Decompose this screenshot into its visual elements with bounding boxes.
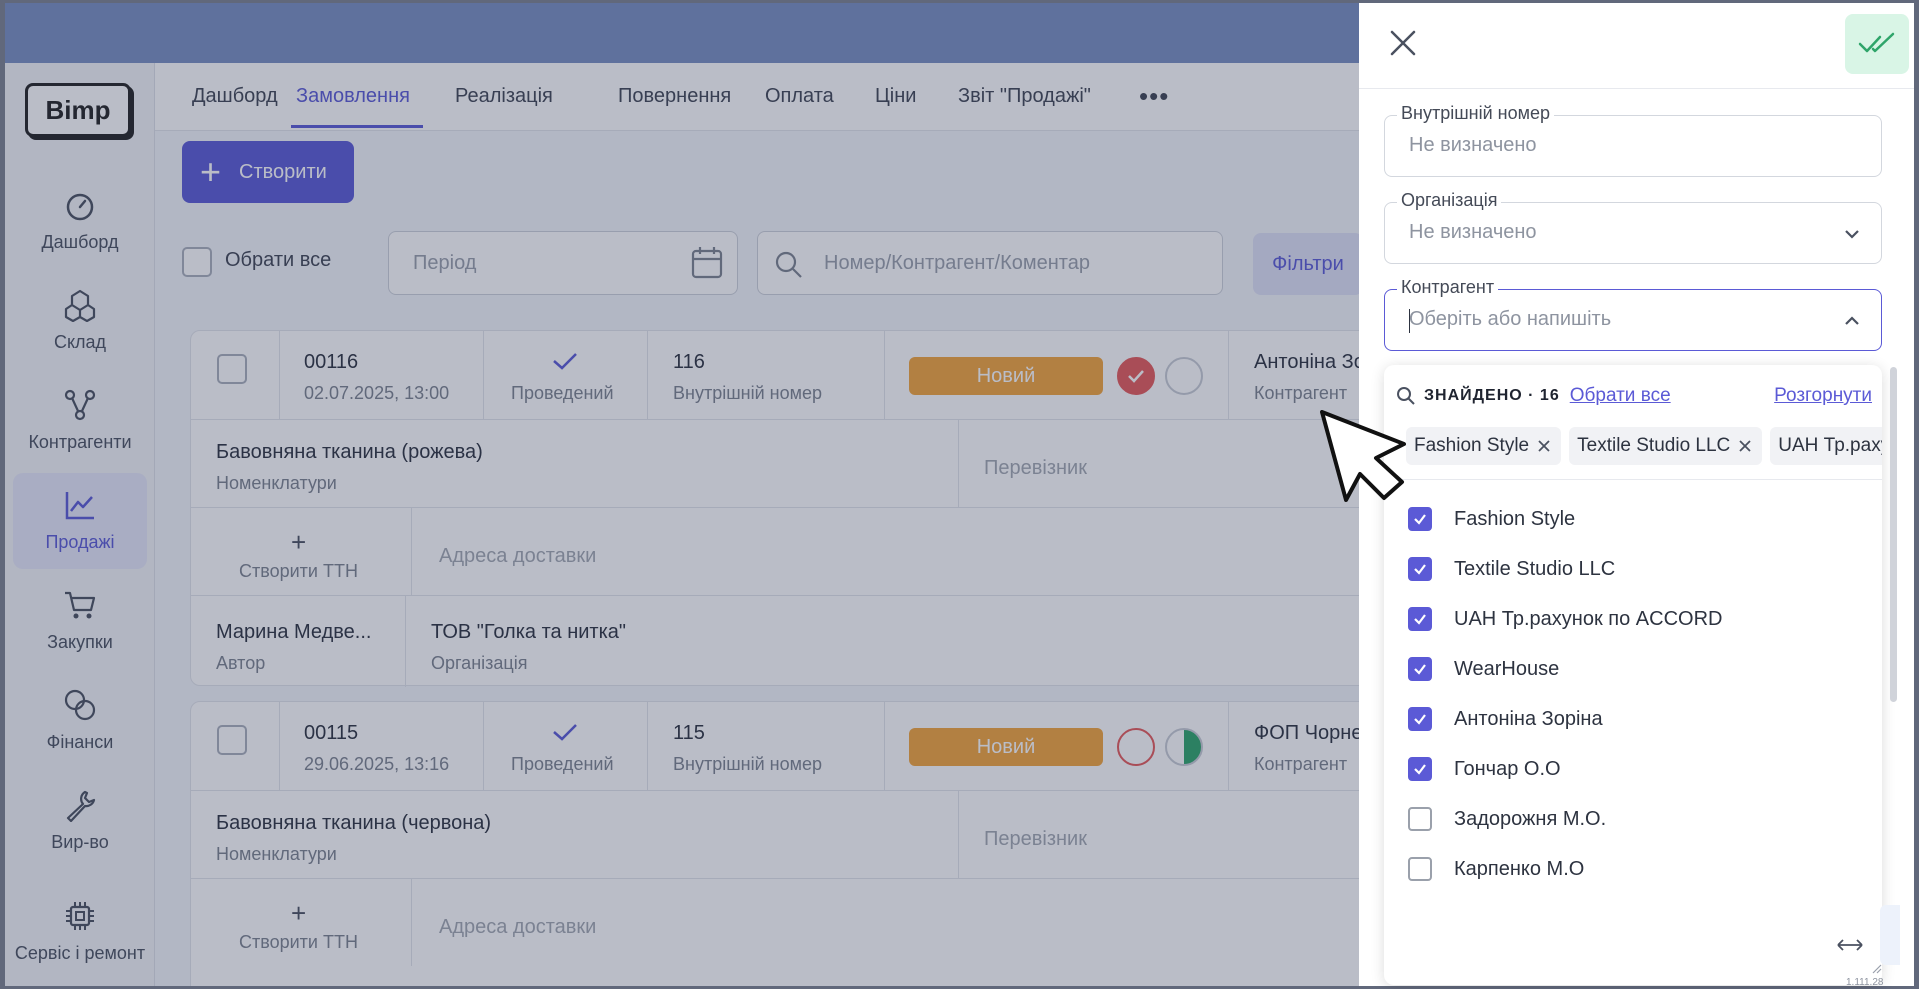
chip-label: Fashion Style: [1414, 435, 1530, 456]
option-label: Гончар О.О: [1454, 757, 1561, 780]
checkbox-checked[interactable]: [1408, 657, 1432, 681]
checkbox-unchecked[interactable]: [1408, 857, 1432, 881]
option-label: Textile Studio LLC: [1454, 557, 1616, 580]
option-item[interactable]: Textile Studio LLC: [1408, 549, 1615, 589]
checkbox-checked[interactable]: [1408, 757, 1432, 781]
internal-number-label: Внутрішній номер: [1397, 103, 1554, 124]
option-label: UAH Тр.рахунок по ACCORD: [1454, 607, 1723, 630]
option-label: Fashion Style: [1454, 507, 1576, 530]
checkbox-checked[interactable]: [1408, 607, 1432, 631]
counterparty-label: Контрагент: [1397, 277, 1499, 298]
organization-value: Не визначено: [1409, 221, 1537, 243]
option-label: WearHouse: [1454, 657, 1560, 680]
option-item[interactable]: Гончар О.О: [1408, 749, 1561, 789]
check-icon: [1414, 514, 1426, 525]
option-label: Антоніна Зоріна: [1454, 707, 1603, 730]
selected-chip[interactable]: Fashion Style: [1406, 427, 1562, 465]
chevron-up-icon[interactable]: [1843, 312, 1861, 330]
chip-label: Textile Studio LLC: [1577, 435, 1731, 456]
checkbox-checked[interactable]: [1408, 507, 1432, 531]
internal-number-value: Не визначено: [1409, 134, 1537, 156]
checkbox-checked[interactable]: [1408, 707, 1432, 731]
option-item[interactable]: WearHouse: [1408, 649, 1559, 689]
app-version: 1.111.28: [1846, 977, 1884, 988]
selected-chip[interactable]: UAH Тр.рахунок по ACCORD: [1770, 427, 1882, 465]
internal-number-field[interactable]: Внутрішній номер Не визначено: [1384, 103, 1882, 177]
side-panel-handle[interactable]: [1880, 905, 1900, 965]
check-icon: [1414, 664, 1426, 675]
check-icon: [1414, 564, 1426, 575]
option-item[interactable]: UAH Тр.рахунок по ACCORD: [1408, 599, 1722, 639]
counterparty-placeholder: Оберіть або напишіть: [1409, 308, 1612, 330]
remove-chip-icon[interactable]: [1738, 439, 1752, 453]
option-item[interactable]: Антоніна Зоріна: [1408, 699, 1603, 739]
double-check-icon: [1858, 32, 1895, 53]
option-label: Задорожня М.О.: [1454, 807, 1607, 830]
edit-drawer: Внутрішній номер Не визначено Організаці…: [1359, 3, 1914, 986]
resize-grip-icon[interactable]: [1870, 962, 1882, 974]
option-label: Карпенко М.О: [1454, 857, 1585, 880]
dropdown-divider: [1384, 479, 1882, 480]
drawer-divider: [1359, 88, 1914, 89]
close-icon: [1390, 30, 1416, 56]
chip-label: UAH Тр.рахунок по ACCORD: [1778, 435, 1882, 456]
organization-label: Організація: [1397, 190, 1502, 211]
dropdown-scrollbar[interactable]: [1890, 367, 1897, 702]
save-button[interactable]: [1845, 14, 1909, 74]
found-count: ЗНАЙДЕНО · 16: [1424, 387, 1560, 404]
chevron-down-icon[interactable]: [1843, 225, 1861, 243]
search-icon: [1397, 387, 1415, 405]
remove-chip-icon[interactable]: [1537, 439, 1551, 453]
organization-select[interactable]: Організація Не визначено: [1384, 190, 1882, 264]
checkbox-unchecked[interactable]: [1408, 807, 1432, 831]
expand-link[interactable]: Розгорнути: [1774, 385, 1872, 407]
option-item[interactable]: Задорожня М.О.: [1408, 799, 1606, 839]
check-icon: [1414, 714, 1426, 725]
selected-chips: Fashion Style Textile Studio LLC UAH Тр.ра…: [1406, 427, 1882, 469]
check-icon: [1414, 614, 1426, 625]
option-item[interactable]: Fashion Style: [1408, 499, 1575, 539]
dropdown-header: ЗНАЙДЕНО · 16 Обрати все: [1396, 385, 1671, 407]
check-icon: [1414, 764, 1426, 775]
select-all-link[interactable]: Обрати все: [1570, 385, 1671, 407]
selected-chip[interactable]: Textile Studio LLC: [1569, 427, 1763, 465]
expand-horizontal-icon[interactable]: [1836, 938, 1864, 952]
option-item[interactable]: Карпенко М.О: [1408, 849, 1584, 889]
checkbox-checked[interactable]: [1408, 557, 1432, 581]
close-button[interactable]: [1383, 23, 1423, 63]
counterparty-select[interactable]: Контрагент Оберіть або напишіть: [1384, 277, 1882, 351]
mouse-pointer-icon: [1320, 410, 1406, 502]
counterparty-dropdown: ЗНАЙДЕНО · 16 Обрати все Розгорнути Fash…: [1384, 365, 1882, 985]
